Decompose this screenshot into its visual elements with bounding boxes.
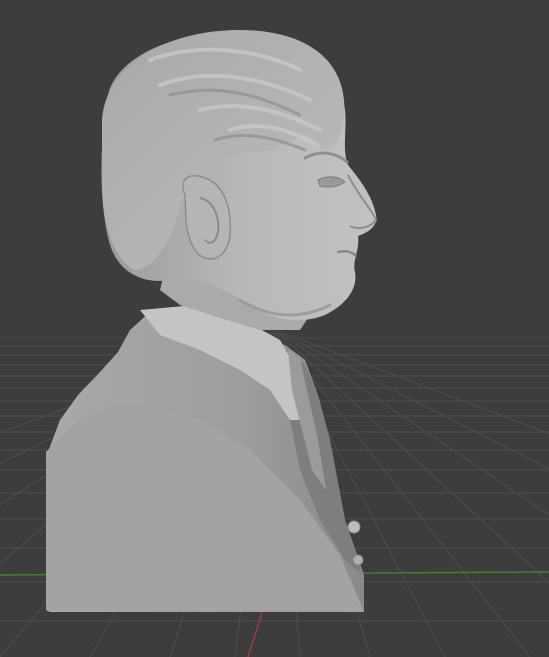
viewport-scene[interactable] [0,0,549,657]
jacket-button [347,520,361,534]
jacket-button-lower [352,554,364,566]
3d-viewport[interactable] [0,0,549,657]
